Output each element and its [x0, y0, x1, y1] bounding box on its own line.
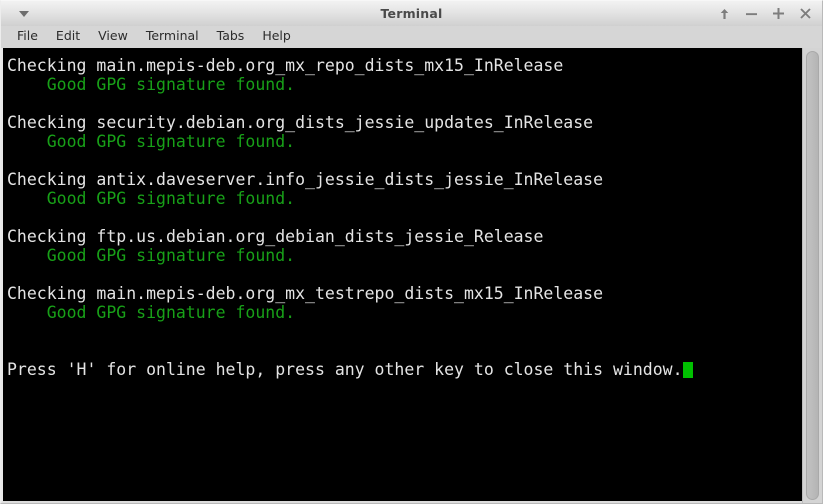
terminal-line: Good GPG signature found.	[7, 303, 296, 322]
menubar: File Edit View Terminal Tabs Help	[0, 26, 823, 48]
chevron-down-icon	[19, 10, 29, 17]
terminal-line: Checking security.debian.org_dists_jessi…	[7, 113, 594, 132]
window-title: Terminal	[380, 6, 443, 21]
window-titlebar[interactable]: Terminal	[0, 0, 823, 26]
terminal-line: Good GPG signature found.	[7, 75, 296, 94]
terminal-line: Good GPG signature found.	[7, 246, 296, 265]
terminal-output: Checking main.mepis-deb.org_mx_repo_dist…	[7, 56, 802, 379]
terminal-line: Checking main.mepis-deb.org_mx_testrepo_…	[7, 284, 604, 303]
scrollbar-thumb[interactable]	[806, 51, 819, 500]
menu-item-edit[interactable]: Edit	[47, 29, 89, 45]
terminal-body: Checking main.mepis-deb.org_mx_repo_dist…	[0, 48, 823, 504]
menu-item-view[interactable]: View	[89, 29, 137, 45]
shade-button[interactable]	[717, 6, 732, 22]
menu-item-tabs[interactable]: Tabs	[208, 29, 254, 45]
terminal-cursor	[682, 362, 693, 378]
terminal-line: Good GPG signature found.	[7, 132, 296, 151]
terminal-window: Terminal File Edit View Terminal Tabs He…	[0, 0, 823, 504]
minus-icon	[746, 12, 757, 15]
terminal-line: Checking antix.daveserver.info_jessie_di…	[7, 170, 604, 189]
plus-icon	[773, 8, 784, 19]
terminal-line: Good GPG signature found.	[7, 189, 296, 208]
menu-item-file[interactable]: File	[8, 29, 47, 45]
menu-item-terminal[interactable]: Terminal	[137, 29, 208, 45]
close-button[interactable]	[798, 6, 813, 22]
up-arrow-icon	[720, 8, 729, 19]
window-menu-button[interactable]	[9, 2, 39, 26]
maximize-button[interactable]	[771, 6, 786, 22]
terminal-line: Checking main.mepis-deb.org_mx_repo_dist…	[7, 56, 564, 75]
terminal-line: Checking ftp.us.debian.org_debian_dists_…	[7, 227, 544, 246]
close-icon	[800, 8, 811, 19]
terminal-screen[interactable]: Checking main.mepis-deb.org_mx_repo_dist…	[1, 48, 802, 503]
vertical-scrollbar[interactable]	[802, 48, 822, 503]
terminal-line: Press 'H' for online help, press any oth…	[7, 360, 802, 379]
minimize-button[interactable]	[744, 6, 759, 22]
menu-item-help[interactable]: Help	[253, 29, 300, 45]
window-controls	[717, 6, 813, 22]
